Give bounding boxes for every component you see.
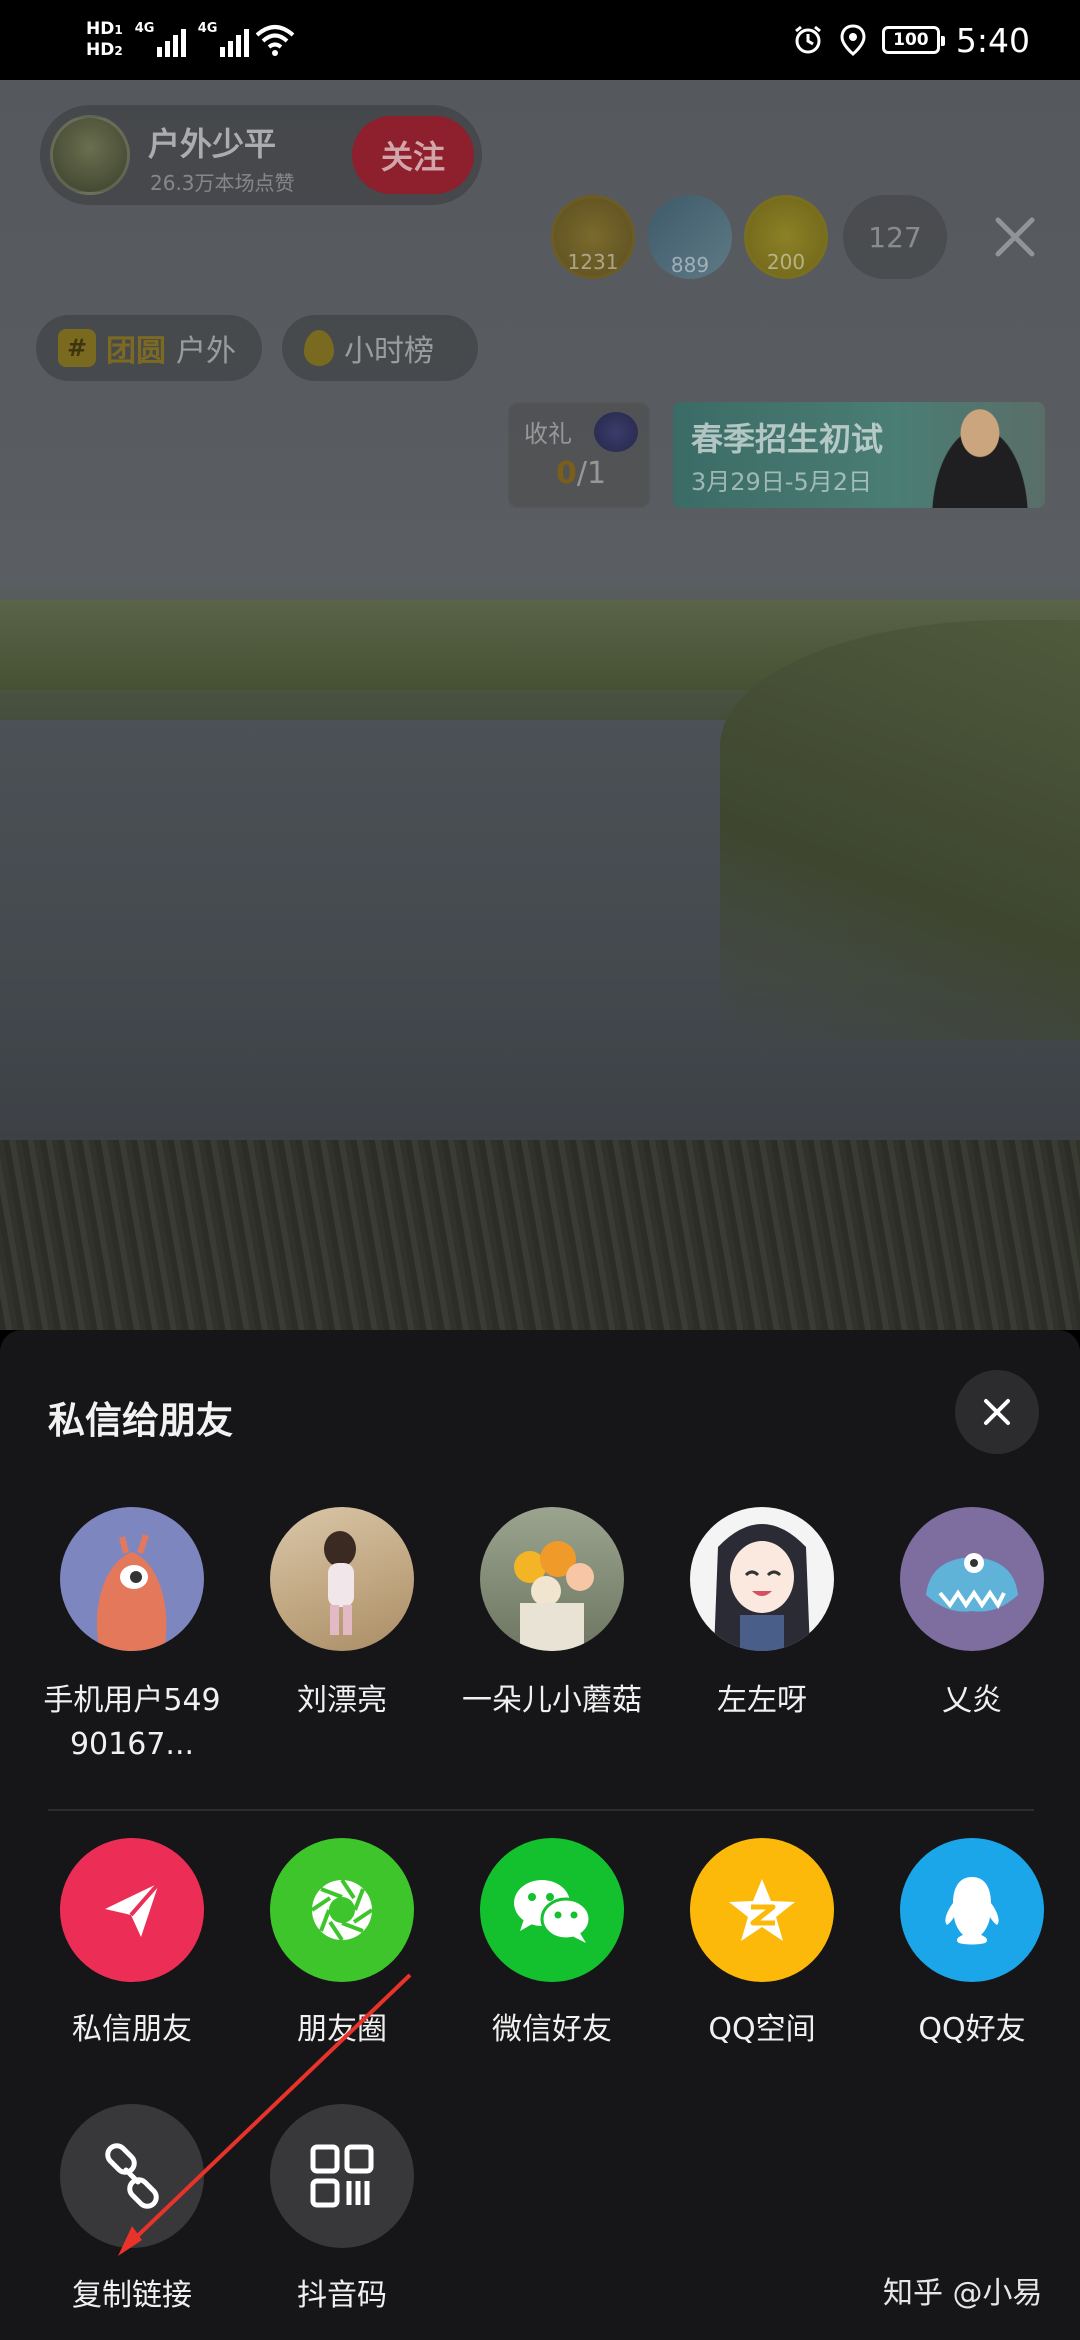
promo-banner[interactable]: 春季招生初试 3月29日-5月2日 xyxy=(673,402,1045,508)
alarm-icon xyxy=(794,25,821,54)
qr-code-icon xyxy=(270,2104,414,2248)
share-qzone-button[interactable]: QQ空间 xyxy=(667,1838,857,2048)
share-sheet: 私信给朋友 手机用户54990167... 刘漂亮 一朵儿小蘑菇 左左呀 乂炎 … xyxy=(0,1330,1080,2340)
clock: 5:40 xyxy=(955,20,1030,60)
status-bar: HD1 HD2 4G 4G 100 5:40 xyxy=(0,0,1080,80)
share-dm-button[interactable]: 私信朋友 xyxy=(37,1838,227,2048)
friend-name: 一朵儿小蘑菇 xyxy=(462,1683,642,1718)
app-label: 复制链接 xyxy=(72,2278,192,2313)
link-icon xyxy=(60,2104,204,2248)
friend-name: 左左呀 xyxy=(717,1683,807,1718)
category-tag[interactable]: # 团圆 户外 xyxy=(36,315,262,381)
battery-icon: 100 xyxy=(881,26,945,54)
friend-item[interactable]: 左左呀 xyxy=(667,1507,857,1723)
hd-indicators: HD1 HD2 xyxy=(86,21,123,59)
viewer-score: 889 xyxy=(670,253,710,277)
friend-name: 乂炎 xyxy=(942,1683,1002,1718)
friend-avatar xyxy=(60,1507,204,1651)
viewer-score: 200 xyxy=(766,250,806,274)
flame-icon xyxy=(304,330,334,366)
close-icon xyxy=(984,1399,1010,1425)
friend-name: 手机用户54990167... xyxy=(43,1683,221,1762)
host-avatar[interactable] xyxy=(50,115,130,195)
app-label: 朋友圈 xyxy=(297,2012,387,2047)
qq-penguin-icon xyxy=(900,1838,1044,1982)
friend-avatar xyxy=(690,1507,834,1651)
top-viewer-2[interactable]: 889 xyxy=(648,195,732,279)
signal-2-icon: 4G xyxy=(198,21,249,57)
status-left: HD1 HD2 4G 4G xyxy=(86,10,295,70)
viewer-count[interactable]: 127 xyxy=(843,195,947,279)
hourly-rank-tag[interactable]: 小时榜 xyxy=(282,315,478,381)
gift-count: 0/1 xyxy=(556,456,607,491)
share-wechat-button[interactable]: 微信好友 xyxy=(457,1838,647,2048)
follow-button[interactable]: 关注 xyxy=(352,116,474,194)
cartoon-avatar xyxy=(96,1534,167,1651)
app-label: 微信好友 xyxy=(492,2012,612,2047)
friend-item[interactable]: 刘漂亮 xyxy=(247,1507,437,1723)
host-likes: 26.3万本场点赞 xyxy=(150,171,295,195)
friend-item[interactable]: 手机用户54990167... xyxy=(37,1507,227,1767)
host-name: 户外少平 xyxy=(148,125,277,163)
gift-progress[interactable]: 收礼 0/1 xyxy=(508,402,650,508)
battery-level: 100 xyxy=(893,30,929,50)
watermark: 知乎 @小易 xyxy=(883,2276,1043,2311)
hd-1: HD1 xyxy=(86,19,123,39)
app-label: QQ空间 xyxy=(708,2012,816,2047)
qzone-star-icon xyxy=(690,1838,834,1982)
share-qq-button[interactable]: QQ好友 xyxy=(877,1838,1067,2048)
top-viewer-1[interactable]: 1231 xyxy=(551,195,635,279)
moments-aperture-icon xyxy=(270,1838,414,1982)
live-stream-video: 户外少平 26.3万本场点赞 关注 1231 889 200 127 # 团圆 … xyxy=(0,80,1080,1330)
gift-label: 收礼 xyxy=(524,420,572,448)
share-moments-button[interactable]: 朋友圈 xyxy=(247,1838,437,2048)
app-label: 私信朋友 xyxy=(72,2012,192,2047)
friend-item[interactable]: 乂炎 xyxy=(877,1507,1067,1723)
hd-2: HD2 xyxy=(86,40,123,60)
tag-hot-label: 团圆 xyxy=(106,334,166,369)
location-icon xyxy=(840,24,866,56)
divider xyxy=(48,1809,1034,1811)
friend-avatar xyxy=(900,1507,1044,1651)
banner-photo xyxy=(919,404,1041,508)
friend-item[interactable]: 一朵儿小蘑菇 xyxy=(457,1507,647,1723)
copy-link-button[interactable]: 复制链接 xyxy=(37,2104,227,2314)
friend-name: 刘漂亮 xyxy=(297,1683,387,1718)
banner-dates: 3月29日-5月2日 xyxy=(691,468,873,496)
gift-icon xyxy=(594,412,638,452)
stream-overlay: 户外少平 26.3万本场点赞 关注 1231 889 200 127 # 团圆 … xyxy=(0,80,1080,1330)
wechat-icon xyxy=(480,1838,624,1982)
tag-label: 小时榜 xyxy=(344,334,434,369)
viewer-score: 1231 xyxy=(567,250,619,274)
friend-avatar xyxy=(270,1507,414,1651)
status-right: 100 5:40 xyxy=(792,14,1030,66)
sheet-title: 私信给朋友 xyxy=(48,1399,233,1442)
top-viewer-3[interactable]: 200 xyxy=(744,195,828,279)
close-stream-icon[interactable] xyxy=(988,210,1042,264)
signal-1-icon: 4G xyxy=(135,21,186,57)
paper-plane-icon xyxy=(60,1838,204,1982)
wifi-icon xyxy=(255,25,295,56)
app-label: QQ好友 xyxy=(918,2012,1026,2047)
close-button[interactable] xyxy=(955,1370,1039,1454)
app-label: 抖音码 xyxy=(297,2278,387,2313)
friend-avatar xyxy=(480,1507,624,1651)
douyin-code-button[interactable]: 抖音码 xyxy=(247,2104,437,2314)
tag-label: 户外 xyxy=(176,334,236,369)
banner-title: 春季招生初试 xyxy=(691,420,884,458)
hashtag-icon: # xyxy=(58,329,96,367)
